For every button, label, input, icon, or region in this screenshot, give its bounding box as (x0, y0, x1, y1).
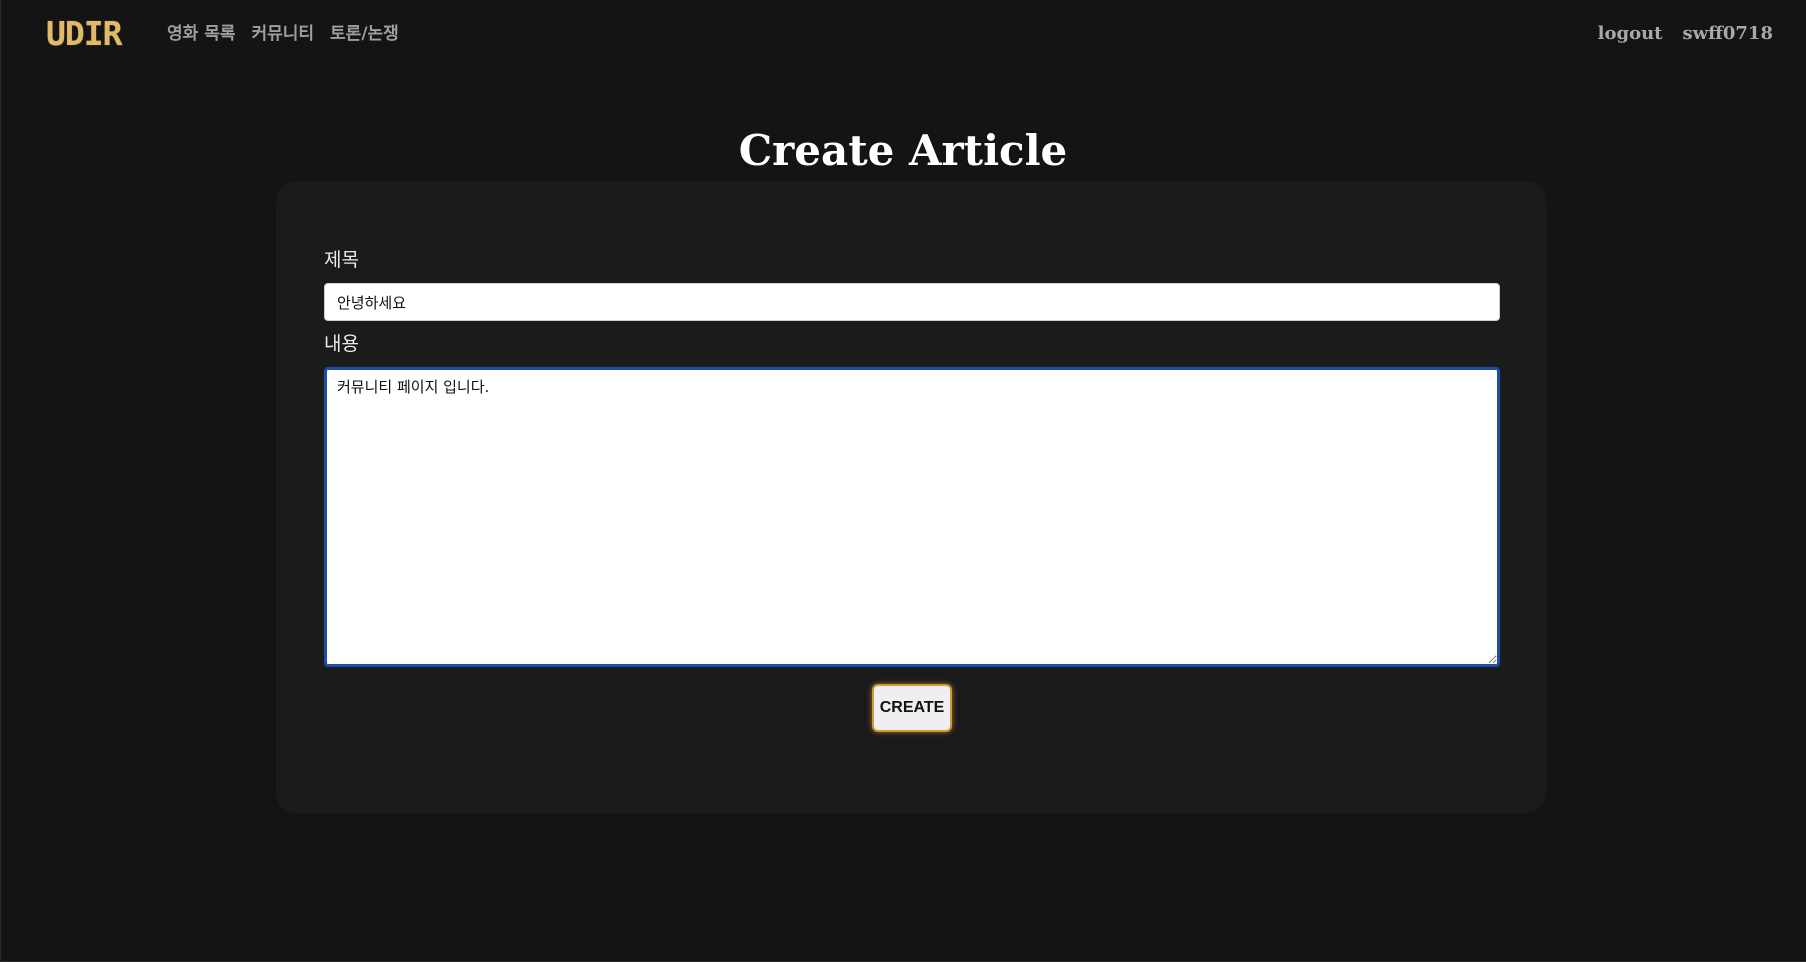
username-link[interactable]: swff0718 (1682, 22, 1773, 46)
content-label: 내용 (324, 333, 359, 355)
article-form: 제목 내용 커뮤니티 페이지 입니다. CREATE (276, 181, 1546, 813)
navbar: UDIR 영화 목록 커뮤니티 토론/논쟁 logout swff0718 (0, 0, 1806, 70)
page-title: Create Article (738, 126, 1068, 175)
nav-link-community[interactable]: 커뮤니티 (251, 22, 314, 46)
logo[interactable]: UDIR (46, 17, 122, 50)
create-button[interactable]: CREATE (872, 684, 952, 732)
content-textarea[interactable]: 커뮤니티 페이지 입니다. (324, 367, 1500, 667)
title-label: 제목 (324, 249, 359, 271)
user-nav: logout swff0718 (1598, 22, 1773, 46)
logout-link[interactable]: logout (1598, 22, 1663, 46)
nav-link-movie-list[interactable]: 영화 목록 (167, 22, 235, 46)
nav-link-debate[interactable]: 토론/논쟁 (330, 22, 399, 46)
title-input[interactable] (324, 283, 1500, 321)
main-nav: 영화 목록 커뮤니티 토론/논쟁 (167, 22, 399, 46)
